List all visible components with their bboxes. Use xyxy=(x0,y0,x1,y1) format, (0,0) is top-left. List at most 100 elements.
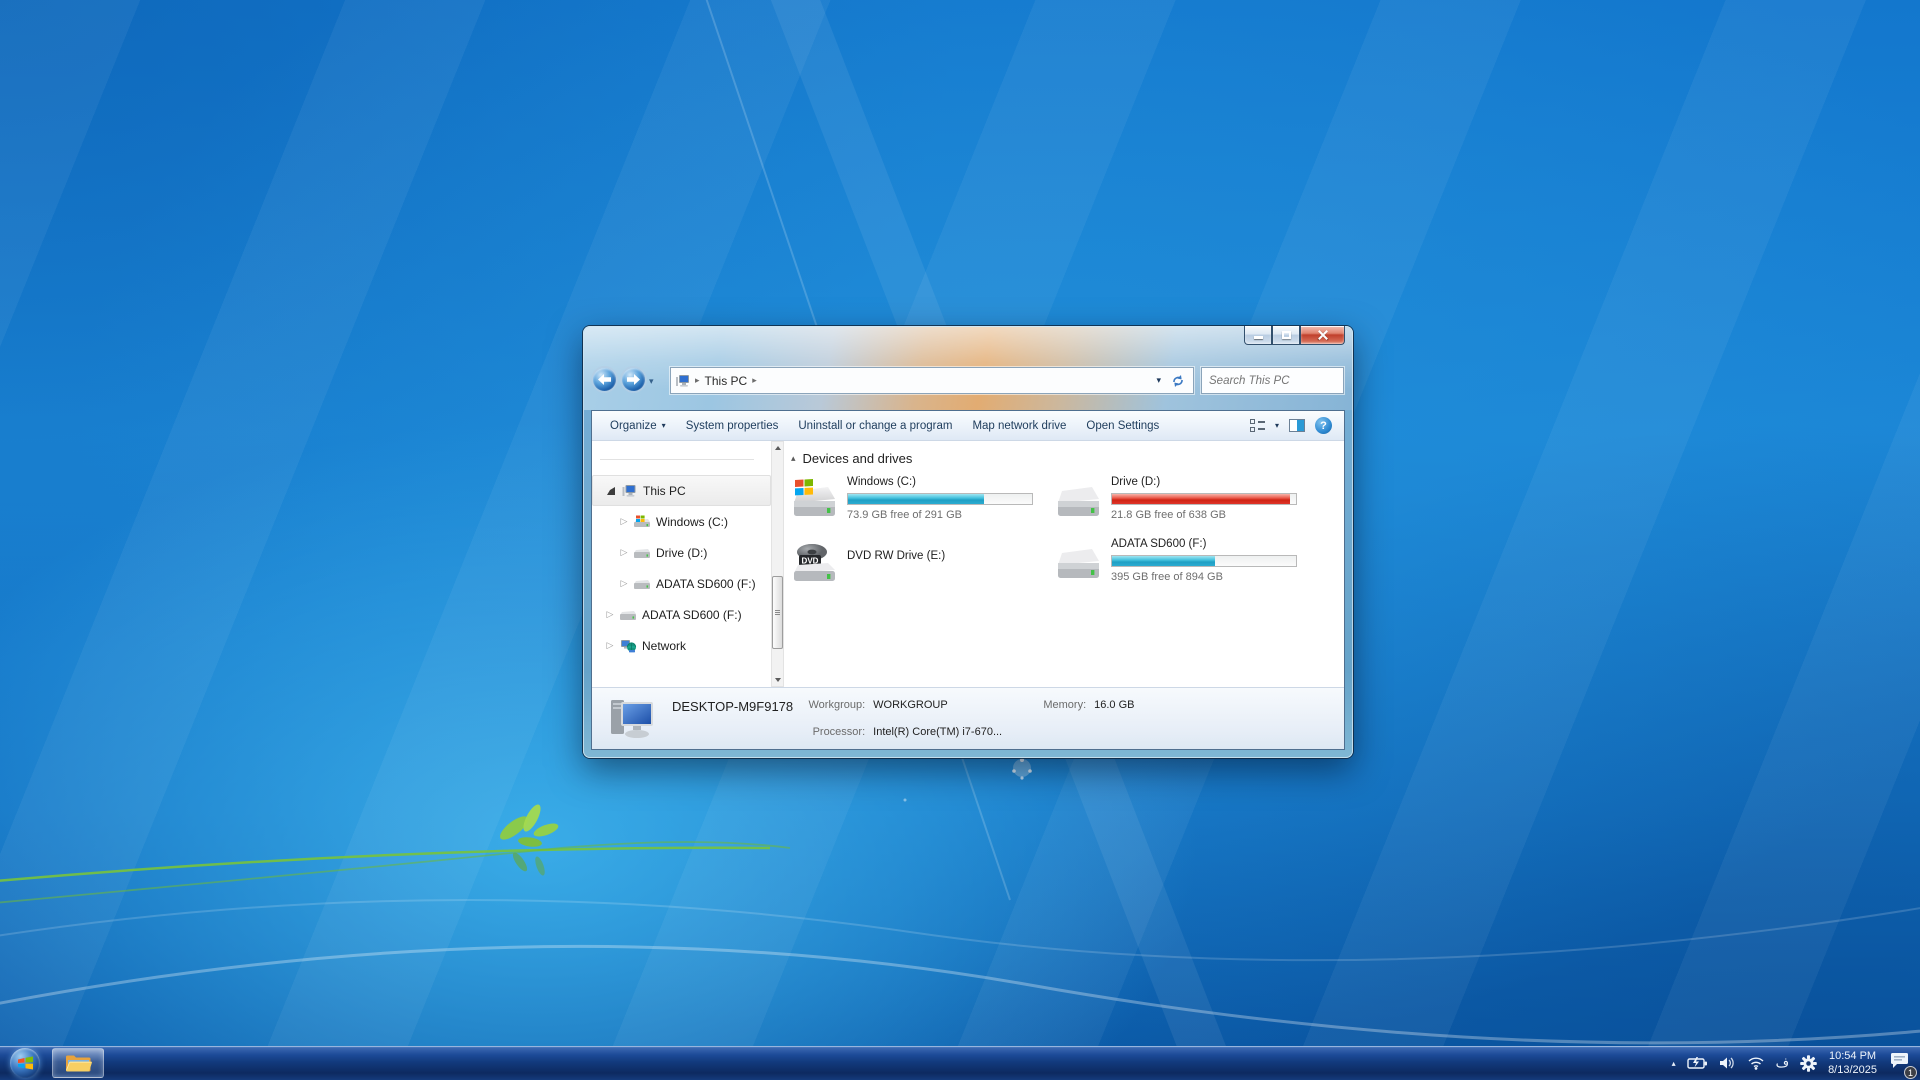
volume-icon[interactable] xyxy=(1719,1056,1736,1070)
sidebar-item-label: This PC xyxy=(643,484,686,498)
drive-icon xyxy=(618,609,638,621)
drive-icon xyxy=(1055,539,1101,583)
navigation-bar: ▾ ▸ This PC ▸ ▾ xyxy=(583,366,1353,398)
address-bar[interactable]: ▸ This PC ▸ ▾ xyxy=(670,367,1194,394)
details-pane: DESKTOP-M9F9178 Workgroup: WORKGROUP Mem… xyxy=(592,687,1344,749)
drive-tile-d[interactable]: Drive (D:) 21.8 GB free of 638 GB xyxy=(1055,471,1319,533)
sidebar-item-network[interactable]: ▷ Network xyxy=(592,630,771,661)
notification-center-button[interactable]: 1 xyxy=(1888,1051,1910,1075)
memory-label: Memory: xyxy=(1031,699,1086,723)
battery-icon[interactable] xyxy=(1687,1056,1708,1070)
start-button[interactable] xyxy=(10,1048,40,1078)
workgroup-value: WORKGROUP xyxy=(873,699,1023,723)
windows-drive-icon xyxy=(791,477,837,521)
windows-logo-icon xyxy=(17,1055,34,1071)
breadcrumb-arrow-icon[interactable]: ▸ xyxy=(752,375,757,386)
windows-drive-icon xyxy=(632,515,652,529)
minimize-button[interactable] xyxy=(1244,326,1272,345)
close-icon xyxy=(1317,329,1329,341)
drive-name: Drive (D:) xyxy=(1111,474,1299,490)
network-icon xyxy=(618,639,638,653)
organize-dropdown-icon: ▾ xyxy=(662,421,666,430)
taskbar-explorer-button[interactable] xyxy=(52,1048,104,1078)
search-input[interactable] xyxy=(1202,375,1369,387)
sidebar-item-label: Drive (D:) xyxy=(656,546,707,560)
sidebar-divider xyxy=(600,459,754,460)
sidebar-item-adata-f-2[interactable]: ▷ ADATA SD600 (F:) xyxy=(592,599,771,630)
tree-collapsed-icon[interactable]: ▷ xyxy=(618,516,630,527)
open-settings-button[interactable]: Open Settings xyxy=(1076,416,1169,436)
breadcrumb-this-pc[interactable]: This PC xyxy=(705,374,748,388)
clock-date: 8/13/2025 xyxy=(1828,1063,1877,1077)
tree-collapsed-icon[interactable]: ▷ xyxy=(618,578,630,589)
sidebar-item-adata-f[interactable]: ▷ ADATA SD600 (F:) xyxy=(592,568,771,599)
capacity-meter xyxy=(1111,493,1297,505)
refresh-icon[interactable] xyxy=(1171,374,1185,388)
uninstall-program-button[interactable]: Uninstall or change a program xyxy=(788,416,962,436)
sidebar-item-label: Windows (C:) xyxy=(656,515,728,529)
change-view-icon[interactable] xyxy=(1250,419,1265,433)
tree-expanded-icon[interactable] xyxy=(605,487,617,495)
recent-pages-chevron-icon[interactable]: ▾ xyxy=(649,376,654,387)
drive-tile-windows-c[interactable]: Windows (C:) 73.9 GB free of 291 GB xyxy=(791,471,1055,533)
sidebar-item-drive-d[interactable]: ▷ Drive (D:) xyxy=(592,537,771,568)
wallpaper-sparkle xyxy=(1012,758,1032,780)
drive-tile-dvd-e[interactable]: DVD DVD RW Drive (E:) xyxy=(791,533,1055,595)
view-dropdown-icon[interactable]: ▾ xyxy=(1275,421,1279,430)
taskbar: ▴ ف 10:54 PM 8/13/2025 xyxy=(0,1046,1920,1080)
close-button[interactable] xyxy=(1300,326,1345,345)
navigation-pane: This PC ▷ Windows (C:) ▷ Drive (D:) xyxy=(592,441,784,687)
help-icon[interactable]: ? xyxy=(1315,417,1332,434)
sidebar-item-label: ADATA SD600 (F:) xyxy=(642,608,742,622)
free-space-text: 395 GB free of 894 GB xyxy=(1111,570,1299,584)
tree-collapsed-icon[interactable]: ▷ xyxy=(618,547,630,558)
processor-value: Intel(R) Core(TM) i7-670... xyxy=(873,726,1023,750)
sidebar-scrollbar[interactable] xyxy=(771,441,784,687)
drive-icon xyxy=(632,547,652,559)
taskbar-clock[interactable]: 10:54 PM 8/13/2025 xyxy=(1828,1049,1877,1077)
explorer-window: ▾ ▸ This PC ▸ ▾ xyxy=(583,326,1353,758)
group-collapse-icon[interactable]: ▴ xyxy=(791,453,796,464)
hidden-icons-chevron-icon[interactable]: ▴ xyxy=(1672,1059,1676,1068)
capacity-meter xyxy=(1111,555,1297,567)
sidebar-item-label: Network xyxy=(642,639,686,653)
clock-time: 10:54 PM xyxy=(1828,1049,1877,1063)
computer-name: DESKTOP-M9F9178 xyxy=(672,699,793,714)
scroll-up-icon[interactable] xyxy=(772,442,783,454)
wallpaper-sprout-leaves xyxy=(497,802,560,876)
scroll-down-icon[interactable] xyxy=(772,674,783,686)
file-list-area: ▴ Devices and drives Windows (C: xyxy=(784,441,1344,687)
notification-badge: 1 xyxy=(1904,1066,1917,1079)
folder-icon xyxy=(65,1053,92,1074)
sidebar-item-this-pc[interactable]: This PC xyxy=(592,475,771,506)
tree-collapsed-icon[interactable]: ▷ xyxy=(604,640,616,651)
scrollbar-thumb[interactable] xyxy=(772,576,783,649)
group-header-devices-and-drives[interactable]: ▴ Devices and drives xyxy=(791,449,1344,467)
drive-tile-adata-f[interactable]: ADATA SD600 (F:) 395 GB free of 894 GB xyxy=(1055,533,1319,595)
drive-name: DVD RW Drive (E:) xyxy=(847,548,1035,564)
breadcrumb-arrow-icon[interactable]: ▸ xyxy=(695,375,700,386)
drive-icon xyxy=(632,578,652,590)
computer-icon xyxy=(675,374,690,388)
free-space-text: 73.9 GB free of 291 GB xyxy=(847,508,1035,522)
maximize-button[interactable] xyxy=(1272,326,1300,345)
computer-icon xyxy=(608,697,658,741)
wifi-icon[interactable] xyxy=(1747,1056,1765,1070)
preview-pane-icon[interactable] xyxy=(1289,419,1305,432)
system-properties-button[interactable]: System properties xyxy=(676,416,789,436)
back-button[interactable] xyxy=(593,368,616,391)
forward-button[interactable] xyxy=(622,368,645,391)
memory-value: 16.0 GB xyxy=(1094,699,1134,723)
minimize-icon xyxy=(1254,336,1263,339)
drive-name: Windows (C:) xyxy=(847,474,1035,490)
tree-collapsed-icon[interactable]: ▷ xyxy=(604,609,616,620)
search-box xyxy=(1201,367,1344,394)
organize-button[interactable]: Organize ▾ xyxy=(600,416,676,436)
sidebar-item-windows-c[interactable]: ▷ Windows (C:) xyxy=(592,506,771,537)
address-dropdown-icon[interactable]: ▾ xyxy=(1156,375,1161,386)
drive-icon xyxy=(1055,477,1101,521)
map-network-drive-button[interactable]: Map network drive xyxy=(962,416,1076,436)
settings-gear-icon[interactable] xyxy=(1800,1055,1817,1072)
language-indicator[interactable]: ف xyxy=(1776,1055,1789,1071)
window-client-area: Organize ▾ System properties Uninstall o… xyxy=(591,410,1345,750)
